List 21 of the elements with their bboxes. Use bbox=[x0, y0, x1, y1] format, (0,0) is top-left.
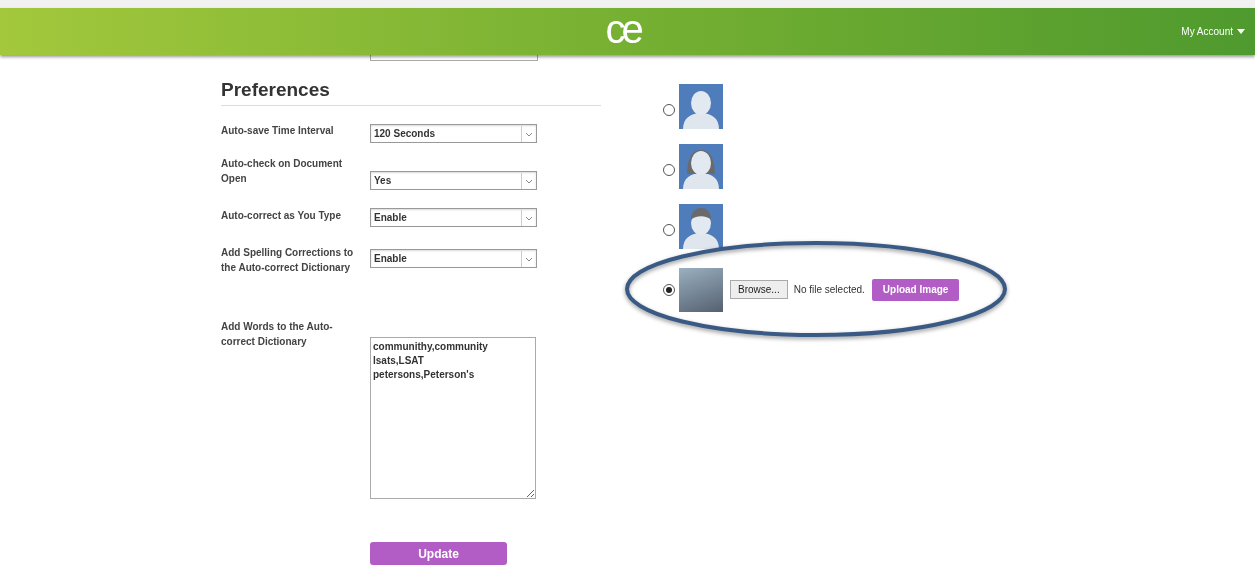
setting-label: Auto-save Time Interval bbox=[221, 124, 335, 138]
person-avatar-icon bbox=[679, 204, 723, 249]
update-button[interactable]: Update bbox=[370, 542, 507, 565]
female-avatar-icon bbox=[679, 144, 723, 189]
email-field[interactable] bbox=[370, 55, 538, 61]
caret-icon bbox=[1237, 29, 1245, 34]
file-status: No file selected. bbox=[793, 284, 865, 295]
setting-label: Auto-correct as You Type bbox=[221, 209, 343, 223]
person-avatar-icon bbox=[679, 84, 723, 129]
dropdown[interactable]: 120 Seconds bbox=[370, 124, 537, 143]
upload-button[interactable]: Upload Image bbox=[871, 278, 960, 301]
setting-label: Add Spelling Corrections to the Auto-correct Dictionary bbox=[221, 246, 355, 275]
dropdown[interactable]: Yes bbox=[370, 171, 537, 190]
dropdown[interactable]: Enable bbox=[370, 208, 537, 227]
photo-placeholder bbox=[679, 267, 723, 312]
browse-button[interactable]: Browse... bbox=[730, 280, 788, 299]
dropdown[interactable]: Enable bbox=[370, 249, 537, 268]
dictionary-textarea[interactable]: communithy,community lsats,LSAT petersons,Peterson's bbox=[370, 337, 536, 499]
section-title: Preferences bbox=[221, 79, 601, 106]
setting-label: Add Words to the Auto-correct Dictionary bbox=[221, 320, 334, 349]
setting-label: Auto-check on Document Open bbox=[221, 157, 344, 186]
